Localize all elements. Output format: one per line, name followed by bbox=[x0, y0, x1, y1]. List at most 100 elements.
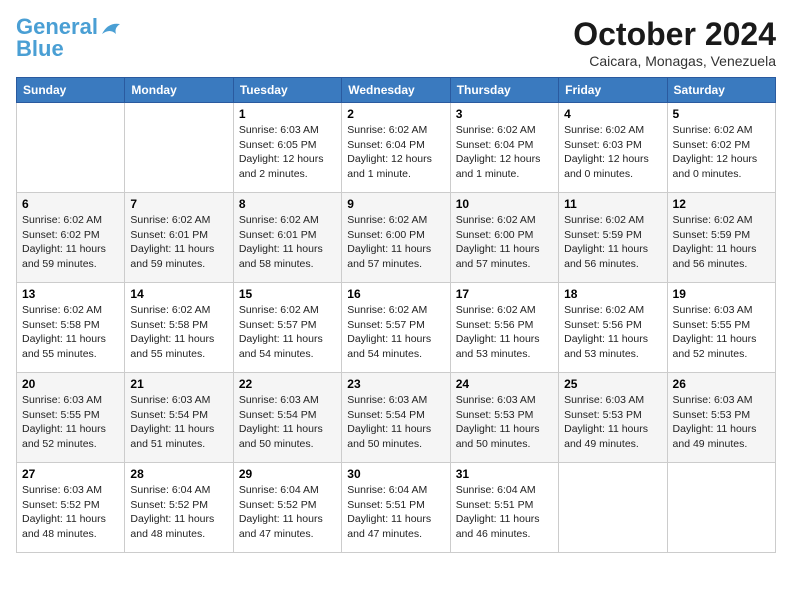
header-day-wednesday: Wednesday bbox=[342, 78, 450, 103]
day-info: Sunrise: 6:02 AMSunset: 5:58 PMDaylight:… bbox=[130, 303, 227, 362]
calendar-cell: 24 Sunrise: 6:03 AMSunset: 5:53 PMDayligh… bbox=[450, 373, 558, 463]
day-info: Sunrise: 6:02 AMSunset: 5:57 PMDaylight:… bbox=[239, 303, 336, 362]
day-info: Sunrise: 6:03 AMSunset: 5:54 PMDaylight:… bbox=[130, 393, 227, 452]
day-number: 29 bbox=[239, 467, 336, 481]
day-info: Sunrise: 6:02 AMSunset: 5:59 PMDaylight:… bbox=[673, 213, 770, 272]
calendar-cell: 26Sunrise: 6:03 AMSunset: 5:53 PMDayligh… bbox=[667, 373, 775, 463]
day-info: Sunrise: 6:03 AMSunset: 6:05 PMDaylight:… bbox=[239, 123, 336, 182]
day-info: Sunrise: 6:02 AMSunset: 6:04 PMDaylight:… bbox=[456, 123, 553, 182]
day-info: Sunrise: 6:03 AMSunset: 5:52 PMDaylight:… bbox=[22, 483, 119, 542]
day-number: 17 bbox=[456, 287, 553, 301]
day-number: 26 bbox=[673, 377, 770, 391]
day-number: 24 bbox=[456, 377, 553, 391]
calendar-cell bbox=[17, 103, 125, 193]
day-number: 1 bbox=[239, 107, 336, 121]
day-number: 7 bbox=[130, 197, 227, 211]
day-number: 25 bbox=[564, 377, 661, 391]
calendar-cell: 29 Sunrise: 6:04 AMSunset: 5:52 PMDayligh… bbox=[233, 463, 341, 553]
day-number: 12 bbox=[673, 197, 770, 211]
calendar-week-4: 27 Sunrise: 6:03 AMSunset: 5:52 PMDayligh… bbox=[17, 463, 776, 553]
calendar-cell: 18Sunrise: 6:02 AMSunset: 5:56 PMDayligh… bbox=[559, 283, 667, 373]
day-info: Sunrise: 6:03 AMSunset: 5:55 PMDaylight:… bbox=[22, 393, 119, 452]
calendar-cell: 5 Sunrise: 6:02 AMSunset: 6:02 PMDaylight… bbox=[667, 103, 775, 193]
day-info: Sunrise: 6:04 AMSunset: 5:51 PMDaylight:… bbox=[347, 483, 444, 542]
day-number: 2 bbox=[347, 107, 444, 121]
day-number: 5 bbox=[673, 107, 770, 121]
location-subtitle: Caicara, Monagas, Venezuela bbox=[573, 53, 776, 69]
page-header: General Blue October 2024 Caicara, Monag… bbox=[16, 16, 776, 69]
day-number: 4 bbox=[564, 107, 661, 121]
calendar-cell: 21 Sunrise: 6:03 AMSunset: 5:54 PMDayligh… bbox=[125, 373, 233, 463]
day-number: 6 bbox=[22, 197, 119, 211]
day-number: 11 bbox=[564, 197, 661, 211]
day-number: 27 bbox=[22, 467, 119, 481]
day-info: Sunrise: 6:04 AMSunset: 5:51 PMDaylight:… bbox=[456, 483, 553, 542]
day-info: Sunrise: 6:02 AMSunset: 6:02 PMDaylight:… bbox=[673, 123, 770, 182]
calendar-cell: 25 Sunrise: 6:03 AMSunset: 5:53 PMDayligh… bbox=[559, 373, 667, 463]
day-info: Sunrise: 6:03 AMSunset: 5:53 PMDaylight:… bbox=[564, 393, 661, 452]
day-number: 31 bbox=[456, 467, 553, 481]
day-info: Sunrise: 6:04 AMSunset: 5:52 PMDaylight:… bbox=[239, 483, 336, 542]
day-info: Sunrise: 6:02 AMSunset: 6:04 PMDaylight:… bbox=[347, 123, 444, 182]
calendar-cell: 9Sunrise: 6:02 AMSunset: 6:00 PMDaylight… bbox=[342, 193, 450, 283]
calendar-cell: 6 Sunrise: 6:02 AMSunset: 6:02 PMDaylight… bbox=[17, 193, 125, 283]
day-info: Sunrise: 6:02 AMSunset: 5:57 PMDaylight:… bbox=[347, 303, 444, 362]
day-info: Sunrise: 6:02 AMSunset: 5:56 PMDaylight:… bbox=[456, 303, 553, 362]
header-day-thursday: Thursday bbox=[450, 78, 558, 103]
calendar-week-3: 20 Sunrise: 6:03 AMSunset: 5:55 PMDayligh… bbox=[17, 373, 776, 463]
calendar-cell: 4 Sunrise: 6:02 AMSunset: 6:03 PMDaylight… bbox=[559, 103, 667, 193]
day-info: Sunrise: 6:02 AMSunset: 6:01 PMDaylight:… bbox=[130, 213, 227, 272]
logo-bird-icon bbox=[100, 20, 122, 38]
header-day-sunday: Sunday bbox=[17, 78, 125, 103]
calendar-cell: 13Sunrise: 6:02 AMSunset: 5:58 PMDayligh… bbox=[17, 283, 125, 373]
day-info: Sunrise: 6:02 AMSunset: 6:01 PMDaylight:… bbox=[239, 213, 336, 272]
day-info: Sunrise: 6:04 AMSunset: 5:52 PMDaylight:… bbox=[130, 483, 227, 542]
day-number: 19 bbox=[673, 287, 770, 301]
calendar-cell: 7 Sunrise: 6:02 AMSunset: 6:01 PMDaylight… bbox=[125, 193, 233, 283]
day-info: Sunrise: 6:02 AMSunset: 6:00 PMDaylight:… bbox=[456, 213, 553, 272]
day-number: 9 bbox=[347, 197, 444, 211]
header-day-friday: Friday bbox=[559, 78, 667, 103]
day-info: Sunrise: 6:02 AMSunset: 5:56 PMDaylight:… bbox=[564, 303, 661, 362]
calendar-cell: 12 Sunrise: 6:02 AMSunset: 5:59 PMDayligh… bbox=[667, 193, 775, 283]
calendar-cell: 31 Sunrise: 6:04 AMSunset: 5:51 PMDayligh… bbox=[450, 463, 558, 553]
day-info: Sunrise: 6:02 AMSunset: 5:59 PMDaylight:… bbox=[564, 213, 661, 272]
logo: General Blue bbox=[16, 16, 122, 60]
day-info: Sunrise: 6:02 AMSunset: 6:02 PMDaylight:… bbox=[22, 213, 119, 272]
day-number: 22 bbox=[239, 377, 336, 391]
calendar-cell: 23 Sunrise: 6:03 AMSunset: 5:54 PMDayligh… bbox=[342, 373, 450, 463]
calendar-cell: 8 Sunrise: 6:02 AMSunset: 6:01 PMDaylight… bbox=[233, 193, 341, 283]
calendar-cell: 1 Sunrise: 6:03 AMSunset: 6:05 PMDaylight… bbox=[233, 103, 341, 193]
calendar-cell: 14Sunrise: 6:02 AMSunset: 5:58 PMDayligh… bbox=[125, 283, 233, 373]
calendar-cell: 19 Sunrise: 6:03 AMSunset: 5:55 PMDayligh… bbox=[667, 283, 775, 373]
calendar-cell: 3 Sunrise: 6:02 AMSunset: 6:04 PMDaylight… bbox=[450, 103, 558, 193]
logo-text: General Blue bbox=[16, 16, 98, 60]
calendar-cell: 16Sunrise: 6:02 AMSunset: 5:57 PMDayligh… bbox=[342, 283, 450, 373]
day-number: 21 bbox=[130, 377, 227, 391]
calendar-cell bbox=[667, 463, 775, 553]
day-number: 23 bbox=[347, 377, 444, 391]
calendar-cell: 27 Sunrise: 6:03 AMSunset: 5:52 PMDayligh… bbox=[17, 463, 125, 553]
header-day-monday: Monday bbox=[125, 78, 233, 103]
calendar-header: SundayMondayTuesdayWednesdayThursdayFrid… bbox=[17, 78, 776, 103]
day-info: Sunrise: 6:03 AMSunset: 5:53 PMDaylight:… bbox=[456, 393, 553, 452]
day-info: Sunrise: 6:03 AMSunset: 5:54 PMDaylight:… bbox=[239, 393, 336, 452]
day-info: Sunrise: 6:02 AMSunset: 6:03 PMDaylight:… bbox=[564, 123, 661, 182]
calendar-cell: 20 Sunrise: 6:03 AMSunset: 5:55 PMDayligh… bbox=[17, 373, 125, 463]
calendar-cell: 11 Sunrise: 6:02 AMSunset: 5:59 PMDayligh… bbox=[559, 193, 667, 283]
day-number: 8 bbox=[239, 197, 336, 211]
header-row: SundayMondayTuesdayWednesdayThursdayFrid… bbox=[17, 78, 776, 103]
calendar-cell bbox=[559, 463, 667, 553]
day-number: 3 bbox=[456, 107, 553, 121]
day-info: Sunrise: 6:02 AMSunset: 5:58 PMDaylight:… bbox=[22, 303, 119, 362]
day-info: Sunrise: 6:03 AMSunset: 5:54 PMDaylight:… bbox=[347, 393, 444, 452]
calendar-week-0: 1 Sunrise: 6:03 AMSunset: 6:05 PMDaylight… bbox=[17, 103, 776, 193]
calendar-cell: 17 Sunrise: 6:02 AMSunset: 5:56 PMDayligh… bbox=[450, 283, 558, 373]
calendar-cell: 22 Sunrise: 6:03 AMSunset: 5:54 PMDayligh… bbox=[233, 373, 341, 463]
day-info: Sunrise: 6:03 AMSunset: 5:55 PMDaylight:… bbox=[673, 303, 770, 362]
calendar-cell: 2 Sunrise: 6:02 AMSunset: 6:04 PMDaylight… bbox=[342, 103, 450, 193]
day-number: 28 bbox=[130, 467, 227, 481]
day-number: 20 bbox=[22, 377, 119, 391]
calendar-week-1: 6 Sunrise: 6:02 AMSunset: 6:02 PMDaylight… bbox=[17, 193, 776, 283]
month-title: October 2024 bbox=[573, 16, 776, 53]
